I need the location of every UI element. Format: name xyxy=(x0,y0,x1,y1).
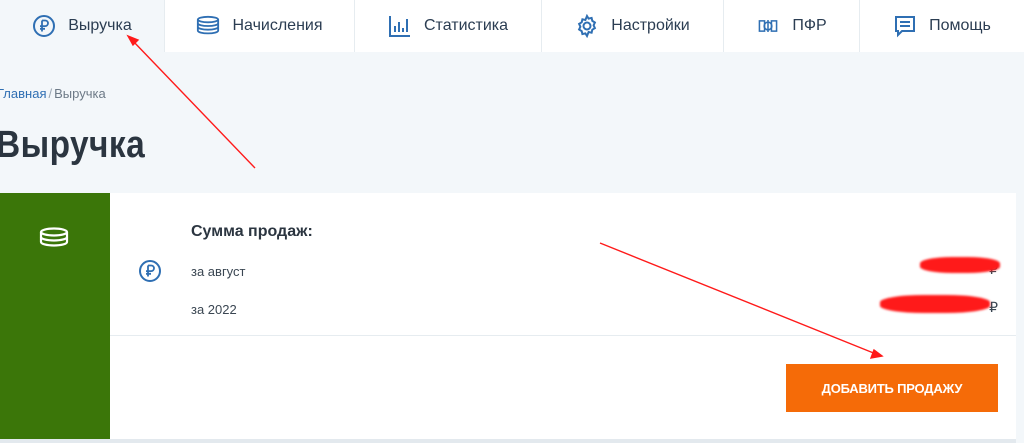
ruble-icon xyxy=(138,259,162,288)
breadcrumb-separator: / xyxy=(48,86,53,101)
redaction-scribble xyxy=(920,257,1000,273)
nav-item-revenue[interactable]: Выручка xyxy=(0,0,165,52)
row-value-year: ₽ xyxy=(989,299,998,315)
nav-label: ПФР xyxy=(792,17,827,34)
nav-label: Помощь xyxy=(929,17,991,34)
nav-label: Выручка xyxy=(68,17,132,34)
breadcrumb: Главная / Выручка xyxy=(0,86,106,101)
nav-item-help[interactable]: Помощь xyxy=(860,0,1024,52)
nav-item-accruals[interactable]: Начисления xyxy=(165,0,355,52)
coins-icon xyxy=(38,227,70,256)
card-divider xyxy=(110,335,1016,336)
row-label-year: за 2022 xyxy=(191,302,237,317)
breadcrumb-home-link[interactable]: Главная xyxy=(0,86,46,101)
revenue-card: Сумма продаж: за август ₽ за 2022 ₽ ДОБА… xyxy=(0,193,1016,439)
help-chat-icon xyxy=(893,14,917,38)
redaction-scribble xyxy=(880,295,990,313)
top-nav: Выручка Начисления Статистика Настройки … xyxy=(0,0,1024,52)
pfr-logo-icon xyxy=(756,14,780,38)
row-label-month: за август xyxy=(191,264,246,279)
breadcrumb-current: Выручка xyxy=(54,86,106,101)
nav-label: Начисления xyxy=(232,17,323,34)
page-title: Выручка xyxy=(0,124,146,166)
nav-label: Статистика xyxy=(423,17,509,34)
gear-icon xyxy=(575,14,599,38)
nav-item-statistics[interactable]: Статистика xyxy=(355,0,542,52)
nav-label: Настройки xyxy=(611,17,690,34)
ruble-icon xyxy=(32,14,56,38)
coins-icon xyxy=(196,14,220,38)
bar-chart-icon xyxy=(388,14,412,38)
card-sidebar xyxy=(0,193,110,439)
sales-sum-heading: Сумма продаж: xyxy=(191,223,313,240)
card-bottom-border xyxy=(0,439,1016,443)
add-sale-button[interactable]: ДОБАВИТЬ ПРОДАЖУ xyxy=(786,364,998,412)
annotation-arrow-up xyxy=(131,39,256,169)
nav-item-pfr[interactable]: ПФР xyxy=(724,0,860,52)
nav-item-settings[interactable]: Настройки xyxy=(542,0,724,52)
